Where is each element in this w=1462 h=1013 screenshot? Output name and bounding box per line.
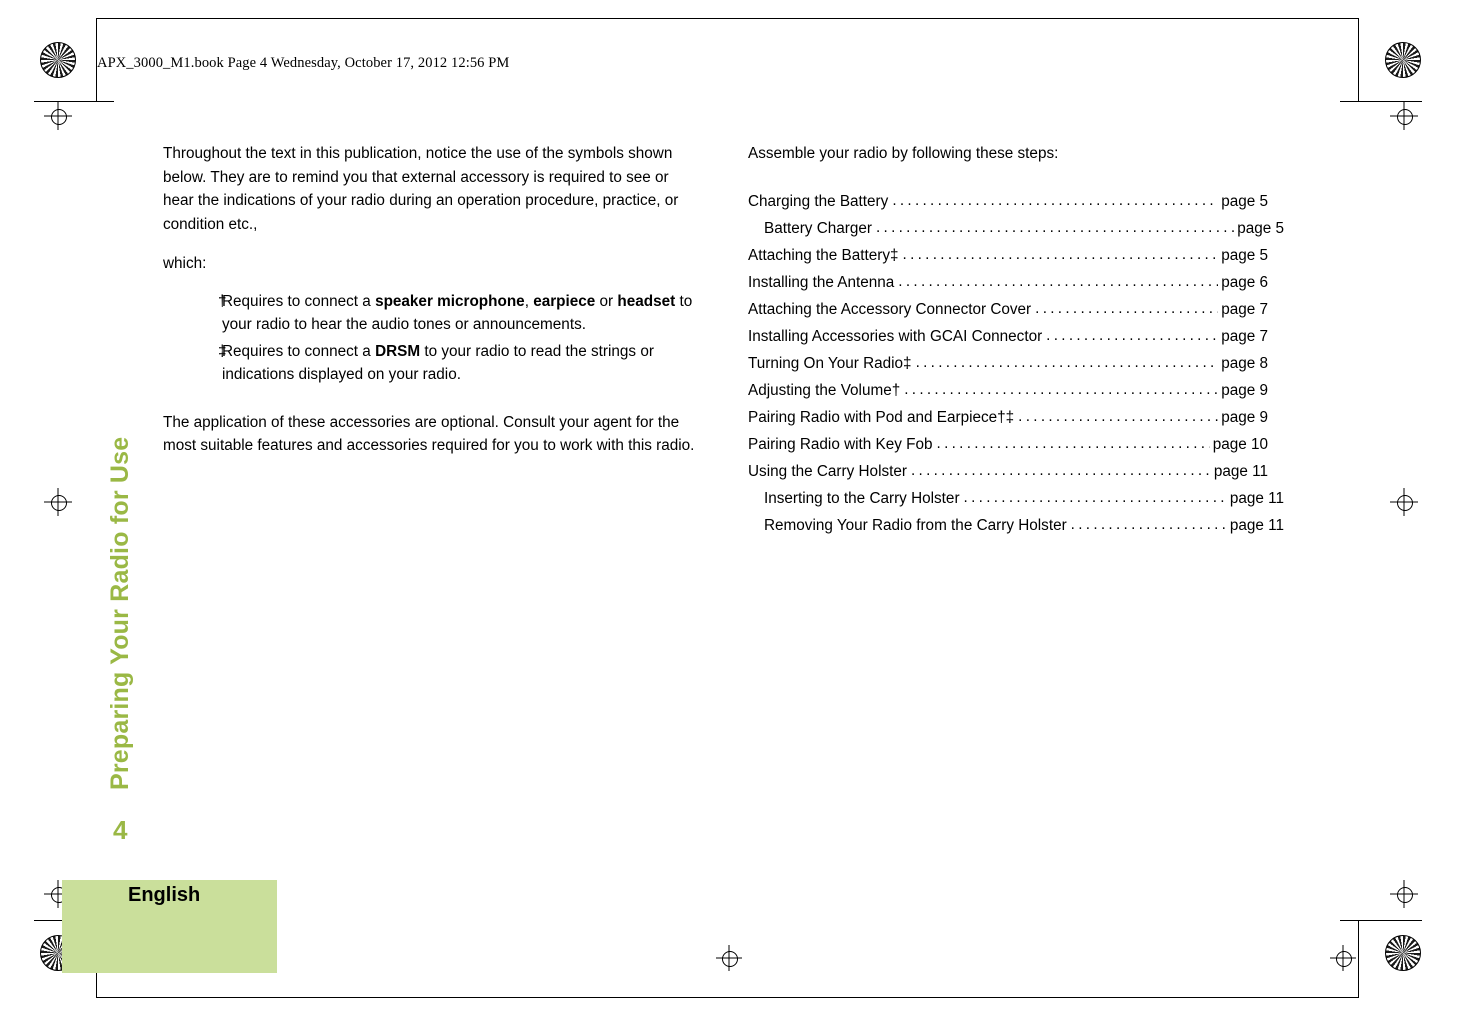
toc-leader-dots: ........................................… (898, 272, 1219, 290)
toc-entry-page: page 5 (1221, 246, 1268, 264)
toc-leader-dots: ........................................… (904, 380, 1219, 398)
toc-entry[interactable]: Charging the Battery....................… (748, 188, 1268, 215)
symbol-legend-item: ‡ Requires to connect a DRSM to your rad… (163, 340, 703, 387)
toc-entry-title: Attaching the Accessory Connector Cover (748, 300, 1032, 318)
toc-entry[interactable]: Adjusting the Volume†...................… (748, 377, 1268, 404)
symbol-double-dagger-text: Requires to connect a DRSM to your radio… (222, 342, 654, 384)
registration-circle-top-left (51, 109, 67, 125)
toc-leader-dots: ........................................… (910, 461, 1211, 479)
toc-entry-title: Using the Carry Holster (748, 462, 907, 480)
symbol-legend-item: † Requires to connect a speaker micropho… (163, 290, 703, 337)
crop-line-right-vertical (1358, 18, 1359, 102)
toc-leader-dots: ........................................… (1018, 407, 1218, 425)
toc-entry-page: page 10 (1212, 435, 1268, 453)
toc-entry[interactable]: Using the Carry Holster.................… (748, 458, 1268, 485)
toc-leader-dots: ........................................… (1070, 515, 1227, 533)
toc-entry[interactable]: Attaching the Battery‡..................… (748, 242, 1268, 269)
toc-entry-page: page 11 (1229, 516, 1284, 534)
toc-leader-dots: ........................................… (892, 191, 1219, 209)
crop-line-bottom-horizontal-right (1340, 920, 1422, 921)
toc-entry-title: Removing Your Radio from the Carry Holst… (764, 516, 1067, 534)
intro-paragraph-tail: which: (163, 255, 207, 272)
symbol-legend-list: † Requires to connect a speaker micropho… (163, 290, 703, 387)
toc-entry-page: page 8 (1221, 354, 1268, 372)
toc-entry[interactable]: Pairing Radio with Pod and Earpiece†‡...… (748, 404, 1268, 431)
toc-entry-title: Pairing Radio with Pod and Earpiece†‡ (748, 408, 1015, 426)
toc-entry-title: Attaching the Battery‡ (748, 246, 899, 264)
toc-entry[interactable]: Installing the Antenna..................… (748, 269, 1268, 296)
left-text-column: Throughout the text in this publication,… (163, 142, 703, 458)
toc-entry-title: Charging the Battery (748, 192, 889, 210)
toc-entry[interactable]: Inserting to the Carry Holster..........… (748, 485, 1284, 512)
language-label: English (128, 884, 201, 906)
intro-paragraph: Throughout the text in this publication,… (163, 145, 679, 233)
registration-circle-mid-right (1397, 495, 1413, 511)
toc-leader-dots: ........................................… (963, 488, 1227, 506)
toc-leader-dots: ........................................… (875, 218, 1234, 236)
toc-leader-dots: ........................................… (1046, 326, 1218, 344)
table-of-contents: Charging the Battery....................… (748, 188, 1284, 539)
toc-entry-title: Battery Charger (764, 219, 872, 237)
crop-line-bottom-bar (96, 997, 1358, 998)
toc-leader-dots: ........................................… (902, 245, 1219, 263)
registration-circle-bottom-center-right (1336, 951, 1352, 967)
registration-starburst-top-right (1385, 42, 1421, 78)
toc-entry[interactable]: Battery Charger.........................… (748, 215, 1284, 242)
toc-entry-title: Pairing Radio with Key Fob (748, 435, 933, 453)
toc-entry-page: page 11 (1213, 462, 1268, 480)
toc-entry-page: page 5 (1237, 219, 1284, 237)
toc-entry-page: page 11 (1229, 489, 1284, 507)
toc-leader-dots: ........................................… (1035, 299, 1218, 317)
toc-entry[interactable]: Pairing Radio with Key Fob..............… (748, 431, 1268, 458)
book-file-header: APX_3000_M1.book Page 4 Wednesday, Octob… (97, 55, 510, 71)
toc-entry-title: Inserting to the Carry Holster (764, 489, 960, 507)
toc-entry-page: page 7 (1221, 300, 1268, 318)
right-text-column: Assemble your radio by following these s… (748, 142, 1284, 539)
toc-entry-title: Turning On Your Radio‡ (748, 354, 912, 372)
toc-entry-page: page 5 (1221, 192, 1268, 210)
registration-starburst-top-left (40, 42, 76, 78)
closing-paragraph: The application of these accessories are… (163, 413, 695, 455)
toc-entry-title: Adjusting the Volume† (748, 381, 901, 399)
toc-entry-title: Installing the Antenna (748, 273, 895, 291)
page-number: 4 (113, 815, 128, 845)
registration-starburst-bottom-right (1385, 935, 1421, 971)
crop-line-right-vertical-bottom (1358, 920, 1359, 998)
chapter-title: Preparing Your Radio for Use (106, 436, 134, 790)
registration-circle-top-right (1397, 109, 1413, 125)
registration-circle-bottom-right (1397, 887, 1413, 903)
toc-entry-page: page 9 (1221, 381, 1268, 399)
toc-entry[interactable]: Removing Your Radio from the Carry Holst… (748, 512, 1284, 539)
toc-entry-page: page 7 (1221, 327, 1268, 345)
registration-circle-bottom-center (722, 951, 738, 967)
toc-entry[interactable]: Installing Accessories with GCAI Connect… (748, 323, 1268, 350)
toc-entry-page: page 6 (1221, 273, 1268, 291)
toc-leader-dots: ........................................… (915, 353, 1219, 371)
toc-entry[interactable]: Turning On Your Radio‡..................… (748, 350, 1268, 377)
assemble-intro: Assemble your radio by following these s… (748, 145, 1059, 162)
symbol-dagger-text: Requires to connect a speaker microphone… (222, 292, 693, 334)
toc-entry-title: Installing Accessories with GCAI Connect… (748, 327, 1043, 345)
toc-entry-page: page 9 (1221, 408, 1268, 426)
toc-entry[interactable]: Attaching the Accessory Connector Cover.… (748, 296, 1268, 323)
toc-leader-dots: ........................................… (936, 434, 1210, 452)
registration-circle-mid-left (51, 495, 67, 511)
crop-line-top-bar (96, 18, 1358, 19)
symbol-double-dagger-mark: ‡ (218, 342, 227, 360)
symbol-dagger-mark: † (218, 292, 227, 310)
